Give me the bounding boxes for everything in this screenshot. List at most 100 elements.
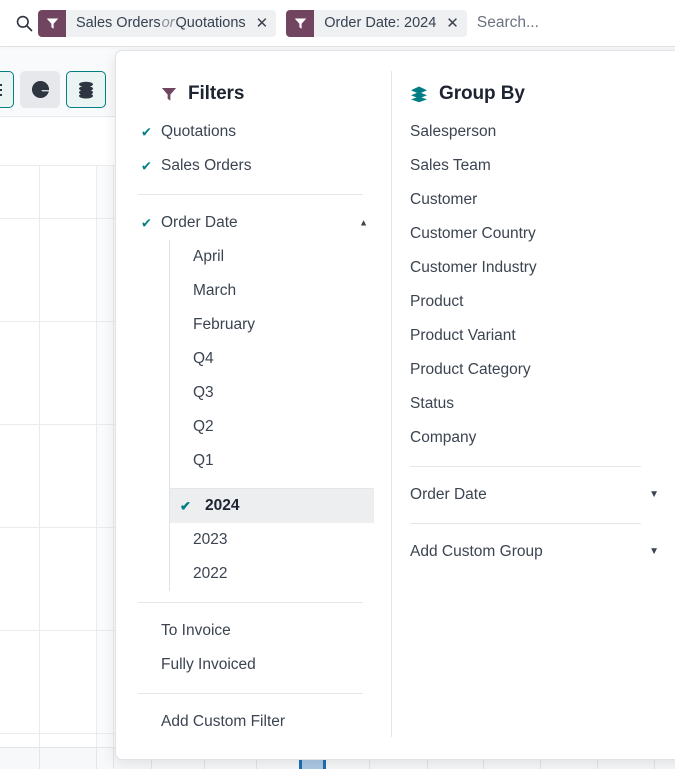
footer-divider xyxy=(113,748,114,769)
group-by-separator xyxy=(410,523,641,524)
suboption-label: Q4 xyxy=(193,350,214,368)
check-icon: ✔ xyxy=(141,160,152,173)
grid-vline xyxy=(39,165,40,747)
order-date-suboptions: April March February Q4 Q3 Q2 xyxy=(169,240,390,591)
order-date-option-2022[interactable]: 2022 xyxy=(170,557,390,591)
suboption-label: 2024 xyxy=(193,497,239,515)
order-date-option-april[interactable]: April xyxy=(170,240,390,274)
filter-item-order-date[interactable]: ✔ Order Date ▲ xyxy=(116,206,390,240)
group-by-item-label: Product Variant xyxy=(410,327,516,345)
footer-divider xyxy=(96,748,97,769)
suboption-label: Q3 xyxy=(193,384,214,402)
filters-title: Filters xyxy=(188,83,244,105)
group-by-item-customer-country[interactable]: Customer Country xyxy=(390,217,675,251)
group-by-item-sales-team[interactable]: Sales Team xyxy=(390,149,675,183)
filter-item-quotations[interactable]: ✔ Quotations xyxy=(116,115,390,149)
facet-remove-icon[interactable]: ✕ xyxy=(256,16,269,31)
group-by-item-label: Customer xyxy=(410,191,477,209)
group-by-item-company[interactable]: Company xyxy=(390,421,675,455)
check-icon: ✔ xyxy=(141,126,152,139)
search-facet-label: Order Date: 2024 xyxy=(324,15,436,31)
add-custom-filter-label: Add Custom Filter xyxy=(161,713,285,731)
footer-divider xyxy=(39,748,40,769)
search-facet-body: Order Date: 2024 ✕ xyxy=(314,10,467,37)
graph-view-button[interactable] xyxy=(20,71,60,108)
suboption-label: 2022 xyxy=(193,565,227,583)
group-by-item-label: Sales Team xyxy=(410,157,491,175)
search-input-placeholder[interactable]: Search... xyxy=(477,14,675,32)
database-icon xyxy=(76,80,96,100)
grid-column-shade xyxy=(96,165,114,747)
filter-icon xyxy=(286,10,314,37)
filter-item-fully-invoiced[interactable]: Fully Invoiced xyxy=(116,648,390,682)
facet-label-b: Quotations xyxy=(176,15,246,31)
filters-header: Filters xyxy=(116,73,390,115)
group-by-item-label: Product xyxy=(410,293,463,311)
filter-icon xyxy=(161,86,177,102)
group-by-item-label: Customer Country xyxy=(410,225,536,243)
suboption-label: 2023 xyxy=(193,531,227,549)
group-by-item-label: Order Date xyxy=(410,486,487,504)
check-icon: ✔ xyxy=(180,500,191,513)
filters-separator xyxy=(138,194,363,195)
chevron-down-icon[interactable]: ▼ xyxy=(649,547,659,557)
filter-item-label: To Invoice xyxy=(161,622,231,640)
group-by-item-label: Status xyxy=(410,395,454,413)
suboption-label: March xyxy=(193,282,236,300)
facet-label-a: Sales Orders xyxy=(76,15,161,31)
search-facet-body: Sales OrdersorQuotations ✕ xyxy=(66,10,276,37)
order-date-option-q2[interactable]: Q2 xyxy=(170,410,390,444)
group-by-item-label: Customer Industry xyxy=(410,259,537,277)
group-by-column: Group By Salesperson Sales Team Customer… xyxy=(390,51,675,759)
order-date-option-q3[interactable]: Q3 xyxy=(170,376,390,410)
chevron-up-icon[interactable]: ▲ xyxy=(359,219,368,228)
chevron-down-icon[interactable]: ▼ xyxy=(649,490,659,500)
search-facet-order-date[interactable]: Order Date: 2024 ✕ xyxy=(286,10,467,37)
add-custom-group-button[interactable]: Add Custom Group ▼ xyxy=(390,535,675,569)
pivot-view-button[interactable] xyxy=(66,71,106,108)
facet-separator: or xyxy=(161,15,176,31)
search-icon[interactable] xyxy=(10,15,38,32)
list-view-button[interactable] xyxy=(0,71,14,108)
sales-analysis-screen: Sales OrdersorQuotations ✕ Order Date: 2… xyxy=(0,0,675,769)
filter-item-sales-orders[interactable]: ✔ Sales Orders xyxy=(116,149,390,183)
grid-vline xyxy=(113,165,114,747)
suboption-label: February xyxy=(193,316,255,334)
search-bar[interactable]: Sales OrdersorQuotations ✕ Order Date: 2… xyxy=(0,0,675,47)
facet-remove-icon[interactable]: ✕ xyxy=(446,16,459,31)
group-by-header: Group By xyxy=(390,73,675,115)
group-by-item-salesperson[interactable]: Salesperson xyxy=(390,115,675,149)
filters-column: Filters ✔ Quotations ✔ Sales Orders ✔ Or… xyxy=(116,51,390,759)
group-by-item-label: Salesperson xyxy=(410,123,496,141)
group-by-item-customer[interactable]: Customer xyxy=(390,183,675,217)
group-by-item-status[interactable]: Status xyxy=(390,387,675,421)
list-icon xyxy=(0,81,3,99)
filter-item-label: Quotations xyxy=(161,123,236,141)
group-by-item-customer-industry[interactable]: Customer Industry xyxy=(390,251,675,285)
group-by-item-product-category[interactable]: Product Category xyxy=(390,353,675,387)
filter-item-label: Fully Invoiced xyxy=(161,656,256,674)
add-custom-filter-button[interactable]: Add Custom Filter xyxy=(116,705,390,739)
order-date-option-2023[interactable]: 2023 xyxy=(170,523,390,557)
suboption-label: April xyxy=(193,248,224,266)
filter-item-to-invoice[interactable]: To Invoice xyxy=(116,614,390,648)
group-by-item-order-date[interactable]: Order Date ▼ xyxy=(390,478,675,512)
layers-icon xyxy=(410,85,428,103)
order-date-option-q1[interactable]: Q1 xyxy=(170,444,390,478)
add-custom-group-label: Add Custom Group xyxy=(410,543,543,561)
check-icon: ✔ xyxy=(141,217,152,230)
suboption-label: Q1 xyxy=(193,452,214,470)
view-switcher xyxy=(0,71,106,108)
filters-separator xyxy=(138,602,363,603)
suboption-label: Q2 xyxy=(193,418,214,436)
filter-icon xyxy=(38,10,66,37)
order-date-option-q4[interactable]: Q4 xyxy=(170,342,390,376)
group-by-item-product-variant[interactable]: Product Variant xyxy=(390,319,675,353)
search-facet-sales-orders[interactable]: Sales OrdersorQuotations ✕ xyxy=(38,10,276,37)
order-date-option-march[interactable]: March xyxy=(170,274,390,308)
order-date-option-2024[interactable]: ✔ 2024 xyxy=(170,489,374,523)
filter-item-label: Order Date xyxy=(161,214,238,232)
group-by-item-product[interactable]: Product xyxy=(390,285,675,319)
order-date-option-february[interactable]: February xyxy=(170,308,390,342)
search-facet-label: Sales OrdersorQuotations xyxy=(76,15,246,31)
